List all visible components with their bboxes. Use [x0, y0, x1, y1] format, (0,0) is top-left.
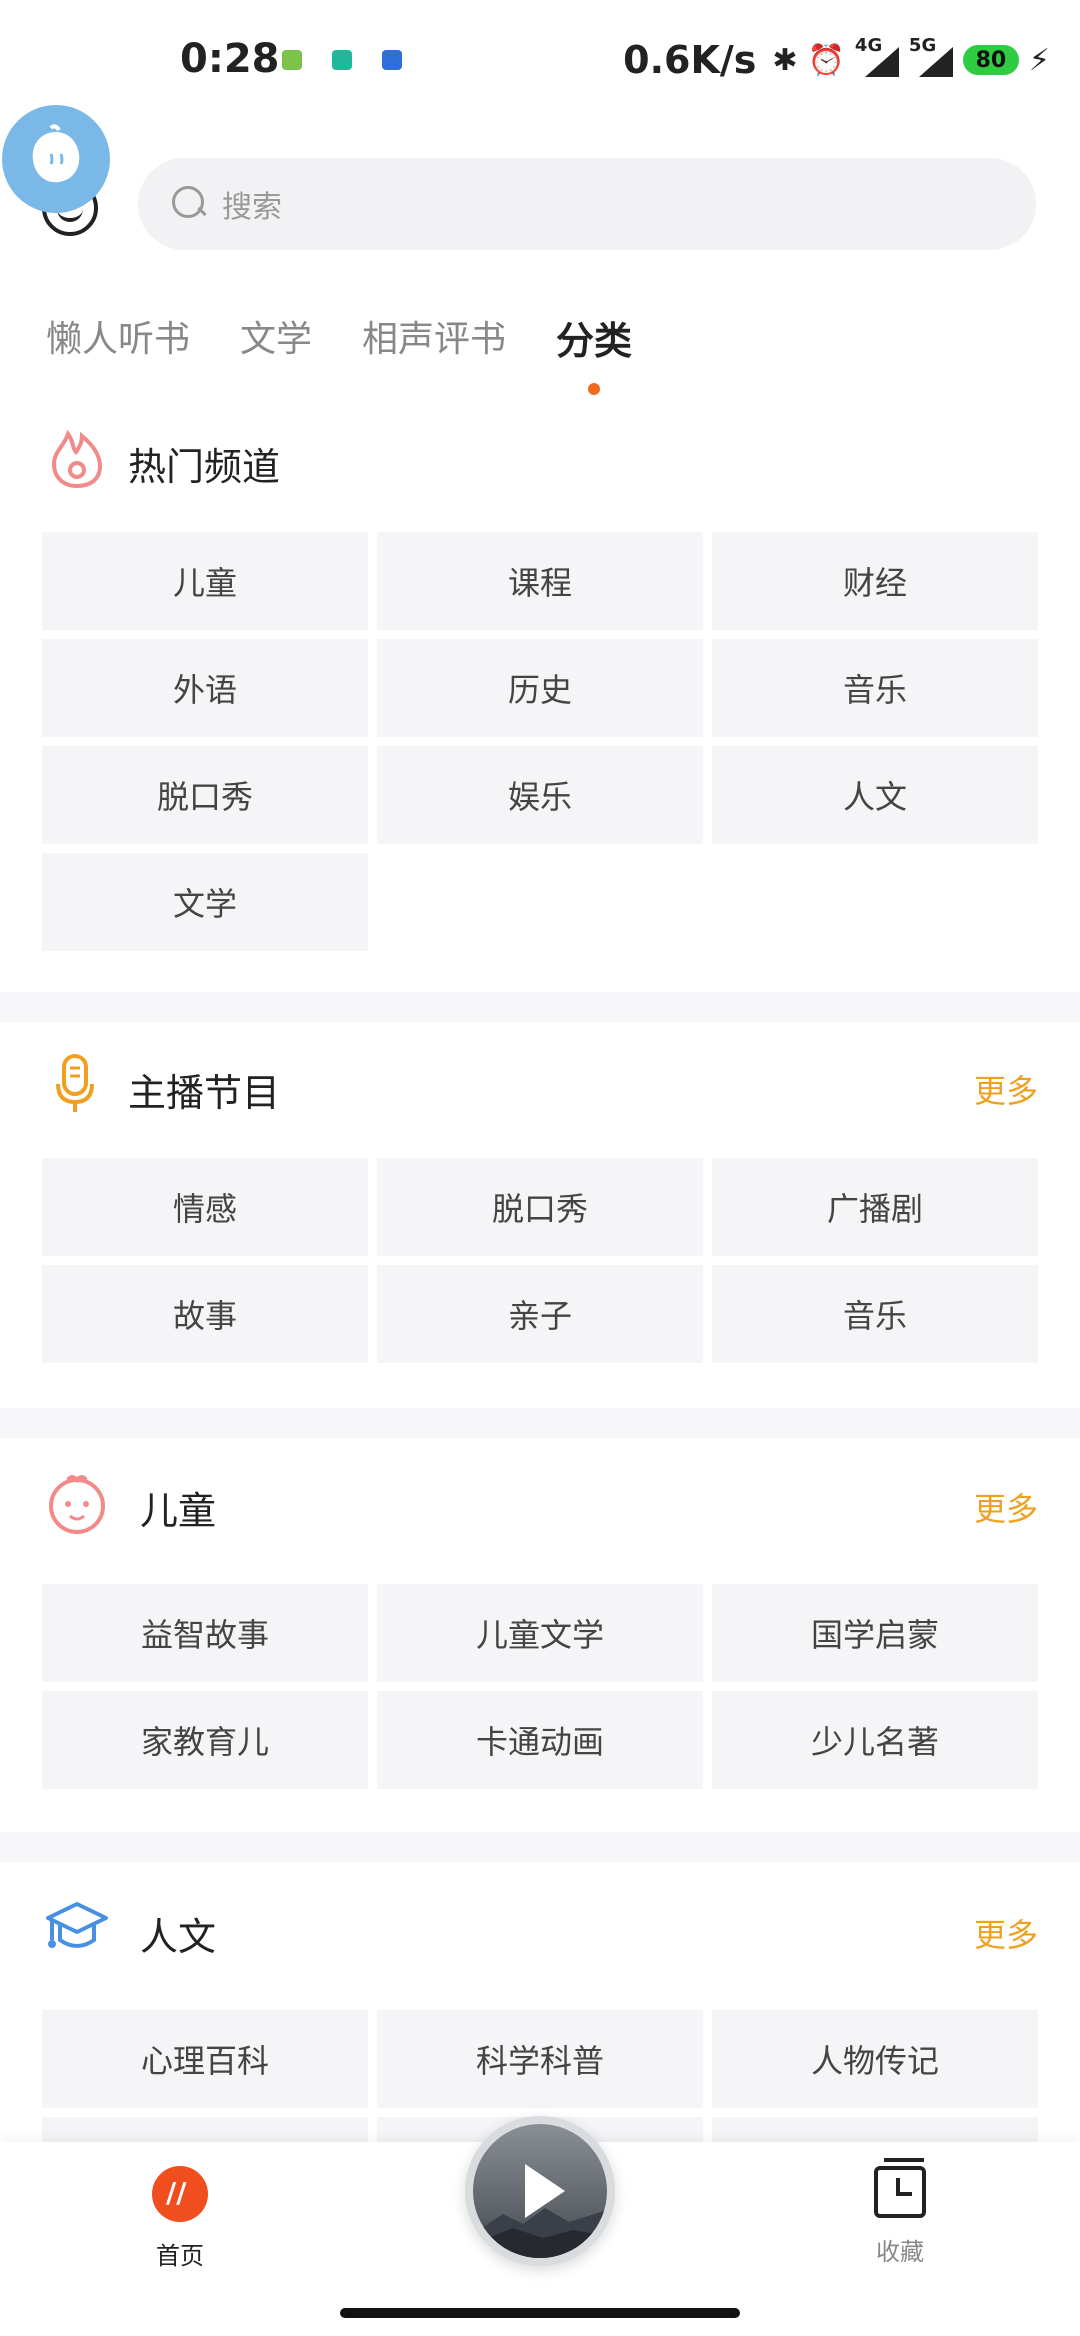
- section-title: 主播节目: [128, 1071, 281, 1115]
- section-header: 人文 更多: [0, 1872, 1080, 1982]
- program-item[interactable]: 情感: [42, 1158, 368, 1256]
- program-item[interactable]: 脱口秀: [377, 1158, 703, 1256]
- favorites-icon: [874, 2158, 926, 2218]
- home-icon: //: [152, 2166, 208, 2222]
- section-divider: [0, 1832, 1080, 1862]
- top-tabs: 懒人听书 文学 相声评书 分类: [46, 310, 632, 395]
- anchor-program-grid: 情感 脱口秀 广播剧 故事 亲子 音乐: [42, 1158, 1038, 1363]
- android-icon: [282, 50, 302, 70]
- section-divider: [0, 1408, 1080, 1438]
- status-time: 0:28: [180, 36, 280, 82]
- channel-item[interactable]: 历史: [377, 639, 703, 737]
- section-humanities: 人文 更多 心理百科 科学科普 人物传记: [0, 1872, 1080, 2215]
- search-icon: [172, 186, 208, 222]
- program-item[interactable]: 广播剧: [712, 1158, 1038, 1256]
- channel-item[interactable]: 人文: [712, 746, 1038, 844]
- humanities-item[interactable]: 人物传记: [712, 2010, 1038, 2108]
- nav-home-label: 首页: [156, 2242, 204, 2270]
- channel-item[interactable]: 脱口秀: [42, 746, 368, 844]
- section-kids: 儿童 更多 益智故事 儿童文学 国学启蒙 家教育儿 卡通动画 少儿名著: [0, 1446, 1080, 1826]
- section-title: 儿童: [140, 1489, 217, 1533]
- nav-home[interactable]: // 首页: [130, 2166, 230, 2271]
- channel-item[interactable]: 音乐: [712, 639, 1038, 737]
- app-notification-icon: [332, 50, 352, 70]
- flame-icon: [42, 424, 112, 494]
- player-cover: [473, 2124, 607, 2258]
- humanities-item[interactable]: 科学科普: [377, 2010, 703, 2108]
- channel-item[interactable]: 儿童: [42, 532, 368, 630]
- more-link[interactable]: 更多: [974, 1066, 1038, 1112]
- signal-4g-icon: 4G: [855, 35, 899, 77]
- channel-item[interactable]: 娱乐: [377, 746, 703, 844]
- channel-item[interactable]: 财经: [712, 532, 1038, 630]
- program-item[interactable]: 故事: [42, 1265, 368, 1363]
- section-title: 人文: [140, 1915, 217, 1959]
- vpn-notification-icon: [382, 50, 402, 70]
- program-item[interactable]: 音乐: [712, 1265, 1038, 1363]
- section-divider: [0, 992, 1080, 1022]
- kids-item[interactable]: 少儿名著: [712, 1691, 1038, 1789]
- channel-item[interactable]: 课程: [377, 532, 703, 630]
- tab-lazy-audiobook[interactable]: 懒人听书: [46, 310, 190, 365]
- battery-icon: 80: [962, 45, 1019, 75]
- play-icon: [525, 2164, 565, 2218]
- section-anchor-programs: 主播节目 更多 情感 脱口秀 广播剧 故事 亲子 音乐: [0, 1028, 1080, 1408]
- nav-favorites[interactable]: 收藏: [850, 2158, 950, 2267]
- kids-item[interactable]: 国学启蒙: [712, 1584, 1038, 1682]
- hot-channel-grid: 儿童 课程 财经 外语 历史 音乐 脱口秀 娱乐 人文 文学: [42, 532, 1038, 951]
- section-header: 主播节目 更多: [0, 1028, 1080, 1138]
- nav-favorites-label: 收藏: [876, 2238, 924, 2266]
- baby-face-icon: [42, 1468, 112, 1538]
- search-placeholder: 搜索: [222, 190, 282, 225]
- app-screen: 0:28 0.6K/s ✱ ⏰ 4G 5G 80 ⚡ 搜索 懒人听书 文学 相声…: [0, 0, 1080, 2336]
- bluetooth-icon: ✱: [772, 42, 798, 78]
- kids-item[interactable]: 家教育儿: [42, 1691, 368, 1789]
- section-hot-channels: 热门频道 儿童 课程 财经 外语 历史 音乐 脱口秀 娱乐 人文 文学: [0, 402, 1080, 992]
- kids-item[interactable]: 儿童文学: [377, 1584, 703, 1682]
- signal-5g-icon: 5G: [909, 35, 953, 77]
- gesture-bar: [340, 2308, 740, 2318]
- tab-literature[interactable]: 文学: [240, 310, 312, 365]
- program-item[interactable]: 亲子: [377, 1265, 703, 1363]
- status-right: 0.6K/s ✱ ⏰ 4G 5G 80 ⚡: [623, 35, 1050, 82]
- tab-category[interactable]: 分类: [556, 310, 632, 395]
- floating-mascot-icon[interactable]: [2, 105, 110, 213]
- alarm-icon: ⏰: [807, 42, 845, 78]
- section-header: 热门频道: [0, 402, 1080, 512]
- humanities-item[interactable]: 心理百科: [42, 2010, 368, 2108]
- play-button[interactable]: [465, 2116, 615, 2266]
- kids-item[interactable]: 卡通动画: [377, 1691, 703, 1789]
- network-speed: 0.6K/s: [623, 38, 757, 82]
- more-link[interactable]: 更多: [974, 1484, 1038, 1530]
- search-input[interactable]: 搜索: [138, 158, 1036, 250]
- tab-crosstalk[interactable]: 相声评书: [362, 310, 506, 365]
- section-header: 儿童 更多: [0, 1446, 1080, 1556]
- more-link[interactable]: 更多: [974, 1910, 1038, 1956]
- charging-icon: ⚡: [1028, 42, 1050, 78]
- channel-item[interactable]: 外语: [42, 639, 368, 737]
- section-title: 热门频道: [128, 445, 281, 489]
- kids-grid: 益智故事 儿童文学 国学启蒙 家教育儿 卡通动画 少儿名著: [42, 1584, 1038, 1789]
- status-bar: 0:28 0.6K/s ✱ ⏰ 4G 5G 80 ⚡: [0, 0, 1080, 120]
- microphone-icon: [42, 1050, 112, 1120]
- kids-item[interactable]: 益智故事: [42, 1584, 368, 1682]
- channel-item[interactable]: 文学: [42, 853, 368, 951]
- graduation-cap-icon: [42, 1894, 112, 1964]
